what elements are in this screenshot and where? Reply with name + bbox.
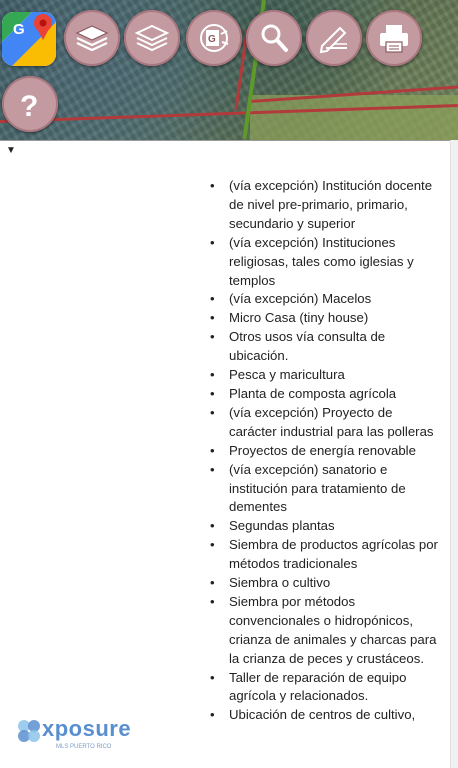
list-item: Siembra por métodos convencionales o hid…	[210, 593, 438, 669]
google-maps-button[interactable]: G	[2, 12, 56, 66]
list-item: Taller de reparación de equipo agrícola …	[210, 669, 438, 707]
gps-button[interactable]: G	[186, 10, 242, 66]
category-dropdown[interactable]: ▼	[0, 140, 450, 174]
help-button[interactable]: ?	[2, 76, 58, 132]
list-item: (vía excepción) Institución docente de n…	[210, 177, 438, 234]
list-item: Pesca y maricultura	[210, 366, 438, 385]
base-layers-button[interactable]	[124, 10, 180, 66]
layers-icon	[75, 25, 109, 52]
layers-outline-icon	[134, 24, 170, 52]
permitted-uses-list: (vía excepción) Institución docente de n…	[210, 177, 438, 725]
question-icon: ?	[20, 90, 38, 122]
svg-text:G: G	[13, 21, 25, 38]
list-item: Planta de composta agrícola	[210, 385, 438, 404]
printer-icon	[380, 25, 408, 53]
layers-button[interactable]	[64, 10, 120, 66]
list-item: Otros usos vía consulta de ubicación.	[210, 328, 438, 366]
list-item: Micro Casa (tiny house)	[210, 309, 438, 328]
list-item: (vía excepción) Proyecto de carácter ind…	[210, 404, 438, 442]
search-icon	[261, 24, 288, 52]
search-button[interactable]	[246, 10, 302, 66]
permitted-uses-panel[interactable]: (vía excepción) Institución docente de n…	[0, 173, 450, 768]
list-item: (vía excepción) Instituciones religiosas…	[210, 234, 438, 291]
list-item: (vía excepción) Macelos	[210, 290, 438, 309]
edit-button[interactable]	[306, 10, 362, 66]
google-maps-icon: G	[2, 12, 56, 66]
pencil-ruler-icon	[319, 26, 347, 54]
map-field-area	[250, 95, 458, 140]
svg-text:G: G	[208, 34, 216, 45]
scrollbar[interactable]	[450, 140, 458, 768]
list-item: (vía excepción) sanatorio e institución …	[210, 461, 438, 518]
gps-map-icon: G	[200, 24, 229, 52]
list-item: Siembra o cultivo	[210, 574, 438, 593]
list-item: Proyectos de energía renovable	[210, 442, 438, 461]
svg-text:?: ?	[20, 90, 38, 122]
chevron-down-icon[interactable]: ▼	[6, 145, 16, 156]
print-button[interactable]	[366, 10, 422, 66]
list-item: Siembra de productos agrícolas por métod…	[210, 536, 438, 574]
list-item: Ubicación de centros de cultivo,	[210, 706, 438, 725]
list-item: Segundas plantas	[210, 517, 438, 536]
